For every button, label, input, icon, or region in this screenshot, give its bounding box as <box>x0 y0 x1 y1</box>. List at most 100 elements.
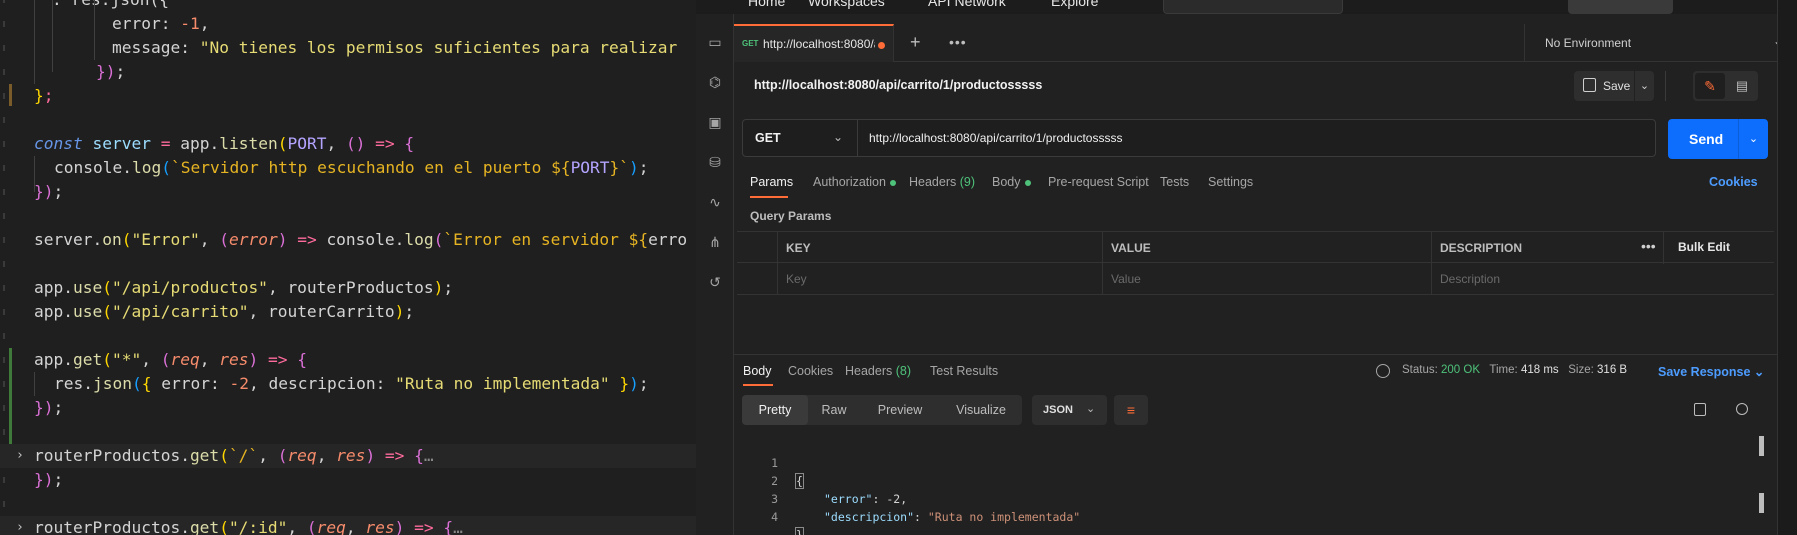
response-tab-test-results[interactable]: Test Results <box>930 364 998 378</box>
save-button[interactable]: Save ⌄ <box>1574 71 1654 101</box>
scrollbar[interactable] <box>1759 493 1764 513</box>
code-line[interactable]: const server = app.listen(PORT, () => { <box>0 132 696 156</box>
response-tab-cookies[interactable]: Cookies <box>788 364 833 378</box>
view-pretty[interactable]: Pretty <box>742 395 808 425</box>
code-token: log <box>404 230 434 249</box>
code-token: console <box>326 230 395 249</box>
response-body[interactable]: 1 { 2 "error": -2, 3 "descripcion": "Rut… <box>734 436 1797 535</box>
save-response-button[interactable]: Save Response ⌄ <box>1658 364 1764 379</box>
fold-chevron-icon[interactable]: › <box>16 516 24 535</box>
code-line[interactable] <box>0 108 696 132</box>
history-icon[interactable]: ↺ <box>707 274 723 290</box>
nav-home[interactable]: Home <box>748 0 785 9</box>
view-mode-segmented: Pretty Raw Preview Visualize <box>742 395 1022 425</box>
response-divider[interactable] <box>734 354 1797 355</box>
headers-count: (9) <box>959 175 976 189</box>
response-tab-body[interactable]: Body <box>743 364 772 378</box>
view-raw[interactable]: Raw <box>808 395 860 425</box>
documentation-icon[interactable]: ▤ <box>1729 73 1755 99</box>
code-text: }); <box>34 180 63 204</box>
size-value[interactable]: 316 B <box>1597 364 1627 376</box>
bulk-edit-button[interactable]: Bulk Edit <box>1678 240 1730 254</box>
code-token: . <box>209 134 220 153</box>
code-line[interactable]: error: -1, <box>0 12 696 36</box>
description-field[interactable]: Description <box>1431 263 1774 295</box>
code-line[interactable]: routerProductos.get(`/`, (req, res) => {… <box>0 444 696 468</box>
code-line[interactable]: }); <box>0 180 696 204</box>
tab-tests[interactable]: Tests <box>1160 175 1189 189</box>
response-tab-headers[interactable]: Headers (8) <box>845 364 911 378</box>
code-line[interactable]: app.use("/api/carrito", routerCarrito); <box>0 300 696 324</box>
new-tab-icon[interactable]: + <box>910 32 921 53</box>
value-field[interactable]: Value <box>1102 263 1431 295</box>
tab-authorization[interactable]: Authorization <box>813 175 896 189</box>
code-editor[interactable]: . res.json({error: -1,message: "No tiene… <box>0 0 696 535</box>
code-line[interactable]: . res.json({ <box>0 0 696 12</box>
code-line[interactable]: console.log(`Servidor http escuchando en… <box>0 156 696 180</box>
params-table: KEY VALUE DESCRIPTION Key Value Descript… <box>737 231 1774 295</box>
nav-explore[interactable]: Explore <box>1051 0 1098 9</box>
global-search[interactable] <box>1163 0 1343 14</box>
environments-icon[interactable]: ▣ <box>707 114 723 130</box>
view-preview[interactable]: Preview <box>860 395 940 425</box>
nav-workspaces[interactable]: Workspaces <box>808 0 885 9</box>
code-line[interactable] <box>0 420 696 444</box>
nav-api-network[interactable]: API Network <box>928 0 1006 9</box>
tab-settings[interactable]: Settings <box>1208 175 1253 189</box>
search-icon[interactable] <box>1736 403 1748 415</box>
monitors-icon[interactable]: ∿ <box>707 194 723 210</box>
key-field[interactable]: Key <box>777 263 1102 295</box>
cookies-link[interactable]: Cookies <box>1709 175 1758 189</box>
code-line[interactable]: }); <box>0 468 696 492</box>
code-token: } <box>34 86 44 105</box>
send-dropdown-icon[interactable]: ⌄ <box>1738 119 1768 159</box>
method-select[interactable]: GET ⌄ <box>743 120 858 156</box>
code-line[interactable]: message: "No tienes los permisos suficie… <box>0 36 696 60</box>
upgrade-button[interactable] <box>1568 0 1673 14</box>
environment-selector[interactable]: No Environment ⌄ <box>1524 24 1797 62</box>
code-line[interactable] <box>0 324 696 348</box>
code-token: }) <box>96 62 116 81</box>
code-line[interactable]: }; <box>0 84 696 108</box>
code-line[interactable]: }); <box>0 60 696 84</box>
copy-icon[interactable] <box>1694 403 1706 416</box>
code-line[interactable]: res.json({ error: -2, descripcion: "Ruta… <box>0 372 696 396</box>
edit-icon[interactable]: ✎ <box>1695 73 1725 99</box>
tab-headers[interactable]: Headers (9) <box>909 175 975 189</box>
code-line[interactable] <box>0 492 696 516</box>
apis-icon[interactable]: ⌬ <box>707 74 723 90</box>
wrap-lines-icon[interactable]: ≡ <box>1114 395 1148 425</box>
tab-params[interactable]: Params <box>750 175 793 189</box>
url-input[interactable]: http://localhost:8080/api/carrito/1/prod… <box>869 131 1122 145</box>
request-name[interactable]: http://localhost:8080/api/carrito/1/prod… <box>754 78 1042 92</box>
code-text: }; <box>34 84 54 108</box>
code-line[interactable]: app.use("/api/productos", routerProducto… <box>0 276 696 300</box>
code-line[interactable]: app.get("*", (req, res) => { <box>0 348 696 372</box>
status-value[interactable]: 200 OK <box>1441 364 1480 376</box>
flows-icon[interactable]: ⋔ <box>707 234 723 250</box>
code-line[interactable]: }); <box>0 396 696 420</box>
json-value: "Ruta no implementada" <box>927 510 1081 524</box>
code-text: routerProductos.get(`/`, (req, res) => {… <box>34 444 434 468</box>
send-button[interactable]: Send ⌄ <box>1668 119 1768 159</box>
save-dropdown-icon[interactable]: ⌄ <box>1634 71 1654 101</box>
collections-icon[interactable]: ▭ <box>707 34 723 50</box>
format-select[interactable]: JSON ⌄ <box>1032 395 1107 425</box>
code-token: , <box>199 14 210 33</box>
globe-icon[interactable] <box>1376 364 1390 378</box>
code-line[interactable] <box>0 204 696 228</box>
code-line[interactable] <box>0 252 696 276</box>
view-visualize[interactable]: Visualize <box>940 395 1022 425</box>
request-tab[interactable]: GET http://localhost:8080/a <box>734 24 894 62</box>
code-line[interactable]: server.on("Error", (error) => console.lo… <box>0 228 696 252</box>
params-row: Key Value Description <box>737 263 1774 295</box>
time-value[interactable]: 418 ms <box>1521 364 1559 376</box>
fold-chevron-icon[interactable]: › <box>16 444 24 468</box>
tab-prerequest-script[interactable]: Pre-request Script <box>1048 175 1149 189</box>
more-options-icon[interactable]: ••• <box>1641 238 1656 254</box>
mock-servers-icon[interactable]: ⛁ <box>707 154 723 170</box>
tab-body[interactable]: Body <box>992 175 1031 189</box>
code-line[interactable]: routerProductos.get("/:id", (req, res) =… <box>0 516 696 535</box>
more-tabs-icon[interactable]: ••• <box>949 34 967 50</box>
scrollbar[interactable] <box>1759 436 1764 456</box>
